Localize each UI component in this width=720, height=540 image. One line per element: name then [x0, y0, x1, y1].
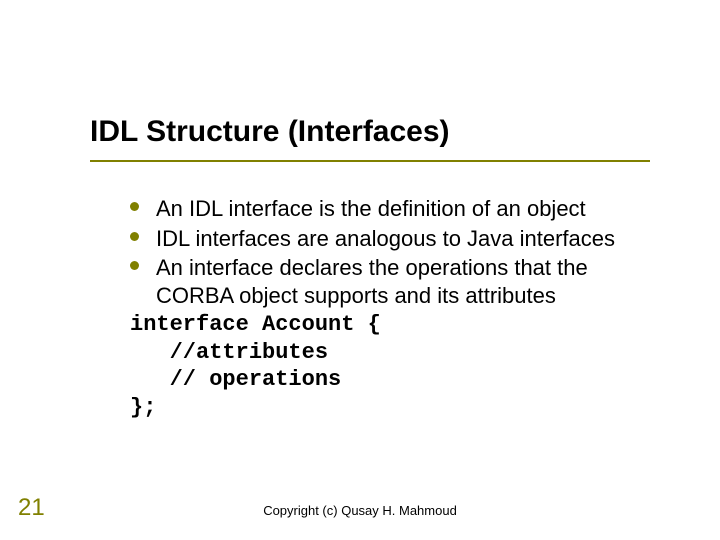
bullet-icon — [130, 202, 139, 211]
copyright-text: Copyright (c) Qusay H. Mahmoud — [0, 503, 720, 518]
slide-title: IDL Structure (Interfaces) — [90, 115, 680, 149]
title-divider — [90, 160, 650, 162]
bullet-icon — [130, 261, 139, 270]
bullet-item: An interface declares the operations tha… — [130, 254, 670, 309]
code-line: // operations — [130, 366, 670, 394]
bullet-text: An interface declares the operations tha… — [156, 255, 588, 308]
bullet-icon — [130, 232, 139, 241]
code-line: interface Account { — [130, 311, 670, 339]
slide: IDL Structure (Interfaces) An IDL interf… — [0, 0, 720, 540]
bullet-item: IDL interfaces are analogous to Java int… — [130, 225, 670, 253]
bullet-item: An IDL interface is the definition of an… — [130, 195, 670, 223]
code-line: //attributes — [130, 339, 670, 367]
bullet-text: IDL interfaces are analogous to Java int… — [156, 226, 615, 251]
title-wrap: IDL Structure (Interfaces) — [90, 115, 680, 149]
code-line: }; — [130, 394, 670, 422]
bullet-text: An IDL interface is the definition of an… — [156, 196, 586, 221]
slide-body: An IDL interface is the definition of an… — [130, 195, 670, 421]
